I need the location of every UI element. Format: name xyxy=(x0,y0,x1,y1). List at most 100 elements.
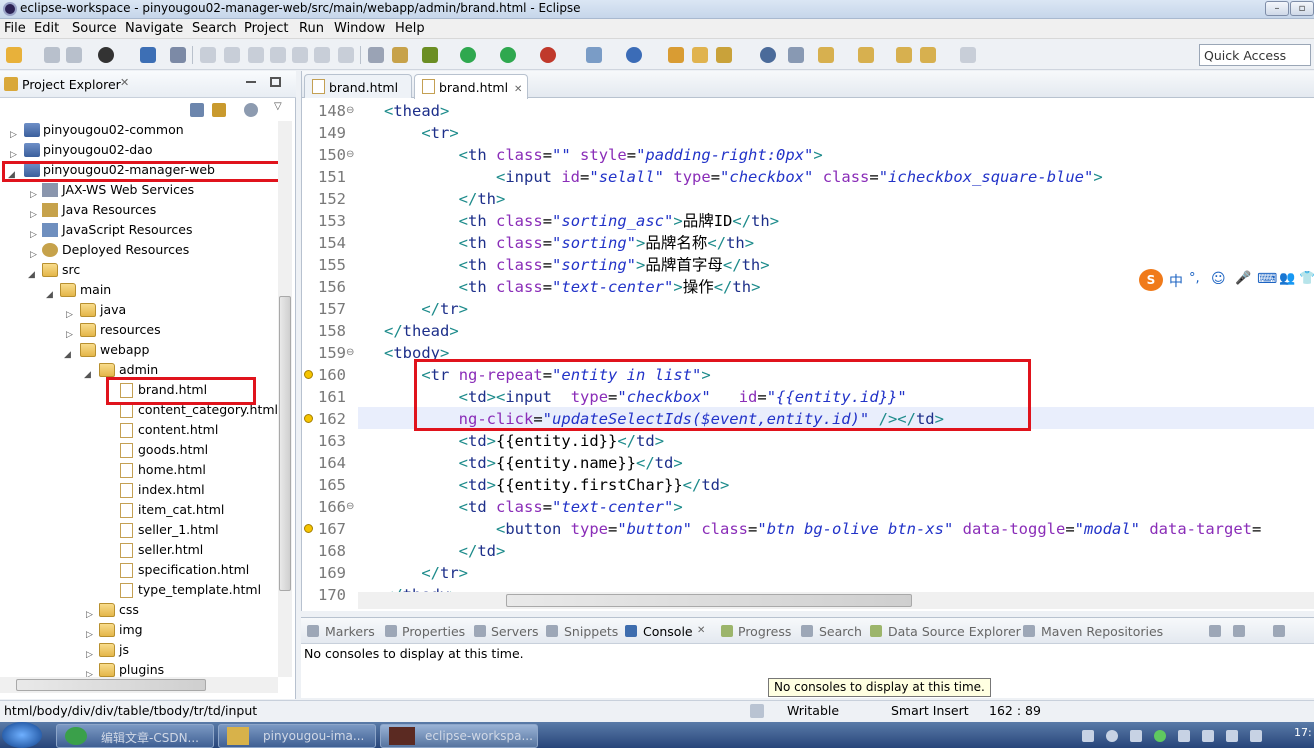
ime-keyboard-icon[interactable]: ⌨ xyxy=(1257,271,1277,287)
clock[interactable]: 17: xyxy=(1294,726,1312,739)
editor-tab[interactable]: brand.html xyxy=(304,74,412,98)
code-line[interactable]: </thead> xyxy=(384,320,459,342)
run-server-icon[interactable] xyxy=(500,47,516,63)
tray-icon[interactable] xyxy=(1178,730,1190,742)
menu-run[interactable]: Run xyxy=(299,21,324,36)
explorer-hscroll-thumb[interactable] xyxy=(16,679,206,691)
fold-icon[interactable]: ⊖ xyxy=(346,144,354,166)
view-menu-icon[interactable]: ▽ xyxy=(274,101,282,112)
code-line[interactable]: <tr> xyxy=(384,122,458,144)
warning-icon[interactable] xyxy=(304,524,313,533)
ime-toolbar[interactable]: S 中 °, ☺ 🎤 ⌨ 👥 👕 xyxy=(1137,268,1314,294)
open-console-icon[interactable] xyxy=(1209,625,1221,637)
menu-source[interactable]: Source xyxy=(72,21,117,36)
sogou-logo-icon[interactable]: S xyxy=(1139,269,1163,291)
tab-search[interactable]: Search xyxy=(819,624,862,639)
tab-data-source-explorer[interactable]: Data Source Explorer xyxy=(888,624,1021,639)
save-icon[interactable] xyxy=(44,47,60,63)
disconnect-icon[interactable] xyxy=(270,47,286,63)
code-line[interactable]: <th class="" style="padding-right:0px"> xyxy=(384,144,823,166)
next-annotation-icon[interactable] xyxy=(818,47,834,63)
back-icon[interactable] xyxy=(920,47,936,63)
code-line[interactable]: </tr> xyxy=(384,562,468,584)
menu-project[interactable]: Project xyxy=(244,21,288,36)
collapse-all-icon[interactable] xyxy=(190,103,204,117)
tray-icon[interactable] xyxy=(1154,730,1166,742)
explorer-vscroll-thumb[interactable] xyxy=(279,296,291,591)
new-java-class-icon[interactable] xyxy=(626,47,642,63)
tray-icon[interactable] xyxy=(1130,730,1142,742)
code-line[interactable]: <td>{{entity.name}}</td> xyxy=(384,452,683,474)
ime-chinese-mode[interactable]: 中 xyxy=(1169,271,1183,291)
tab-markers[interactable]: Markers xyxy=(325,624,375,639)
forward-icon[interactable] xyxy=(960,47,976,63)
menu-edit[interactable]: Edit xyxy=(34,21,59,36)
globe-icon[interactable] xyxy=(760,47,776,63)
quick-access-input[interactable]: Quick Access xyxy=(1199,44,1311,66)
network-icon[interactable] xyxy=(1226,730,1238,742)
tab-progress[interactable]: Progress xyxy=(738,624,791,639)
explorer-vscroll[interactable] xyxy=(278,121,292,677)
toggle-icon[interactable] xyxy=(392,47,408,63)
stop-server-icon[interactable] xyxy=(540,47,556,63)
step-return-icon[interactable] xyxy=(338,47,354,63)
filter-icon[interactable] xyxy=(244,103,258,117)
taskbar-item-active[interactable]: eclipse-workspa... xyxy=(380,724,538,748)
code-line[interactable]: <th class="sorting_asc">品牌ID</th> xyxy=(384,210,779,232)
start-button[interactable] xyxy=(2,722,42,748)
volume-icon[interactable] xyxy=(1250,730,1262,742)
search-icon[interactable] xyxy=(788,47,804,63)
close-tab-icon[interactable]: ✕ xyxy=(514,84,522,95)
new-icon[interactable] xyxy=(6,47,22,63)
ime-punctuation-icon[interactable]: °, xyxy=(1189,271,1200,286)
terminal-icon[interactable] xyxy=(140,47,156,63)
close-icon[interactable]: ✕ xyxy=(697,625,705,636)
menu-help[interactable]: Help xyxy=(395,21,425,36)
maximize-view-icon[interactable] xyxy=(270,77,281,87)
tab-maven-repositories[interactable]: Maven Repositories xyxy=(1041,624,1163,639)
link-editor-icon[interactable] xyxy=(212,103,226,117)
tab-properties[interactable]: Properties xyxy=(402,624,465,639)
prev-annotation-icon[interactable] xyxy=(858,47,874,63)
taskbar-item[interactable]: 编辑文章-CSDN... xyxy=(56,724,214,748)
pen-icon[interactable] xyxy=(716,47,732,63)
new-console-icon[interactable] xyxy=(1273,625,1285,637)
fold-icon[interactable]: ⊖ xyxy=(346,100,354,122)
ime-emoji-icon[interactable]: ☺ xyxy=(1211,271,1226,287)
user-icon[interactable] xyxy=(98,47,114,63)
maximize-button[interactable]: ▫ xyxy=(1290,1,1314,16)
code-line[interactable]: <th class="sorting">品牌首字母</th> xyxy=(384,254,770,276)
editor-hscroll[interactable] xyxy=(358,592,1314,609)
tray-icon[interactable] xyxy=(1106,730,1118,742)
fold-icon[interactable]: ⊖ xyxy=(346,496,354,518)
editor-tab-active[interactable]: brand.html ✕ xyxy=(414,74,528,99)
menu-navigate[interactable]: Navigate xyxy=(125,21,183,36)
minimize-view-icon[interactable] xyxy=(246,81,256,83)
menu-file[interactable]: File xyxy=(4,21,26,36)
terminate-icon[interactable] xyxy=(248,47,264,63)
debug-icon[interactable] xyxy=(422,47,438,63)
tray-icon[interactable] xyxy=(1202,730,1214,742)
menu-search[interactable]: Search xyxy=(192,21,237,36)
code-line[interactable]: <td class="text-center"> xyxy=(384,496,683,518)
tab-console[interactable]: Console xyxy=(643,624,693,639)
tab-snippets[interactable]: Snippets xyxy=(564,624,618,639)
code-line[interactable]: <thead> xyxy=(384,100,449,122)
code-editor[interactable]: brand.html brand.html ✕ <thead> <tr> <th … xyxy=(301,71,1314,611)
open-type-icon[interactable] xyxy=(668,47,684,63)
step-into-icon[interactable] xyxy=(292,47,308,63)
ime-users-icon[interactable]: 👥 xyxy=(1279,271,1295,286)
tab-servers[interactable]: Servers xyxy=(491,624,539,639)
save-all-icon[interactable] xyxy=(66,47,82,63)
resume-icon[interactable] xyxy=(200,47,216,63)
code-line[interactable]: <th class="text-center">操作</th> xyxy=(384,276,761,298)
project-explorer-title[interactable]: Project Explorer xyxy=(22,77,121,92)
step-over-icon[interactable] xyxy=(314,47,330,63)
code-line[interactable]: <button type="button" class="btn bg-oliv… xyxy=(384,518,1261,540)
suspend-icon[interactable] xyxy=(224,47,240,63)
display-console-icon[interactable] xyxy=(1233,625,1245,637)
code-line[interactable]: </tr> xyxy=(384,298,468,320)
open-folder-icon[interactable] xyxy=(692,47,708,63)
code-line[interactable]: </th> xyxy=(384,188,506,210)
skip-breakpoints-icon[interactable] xyxy=(170,47,186,63)
